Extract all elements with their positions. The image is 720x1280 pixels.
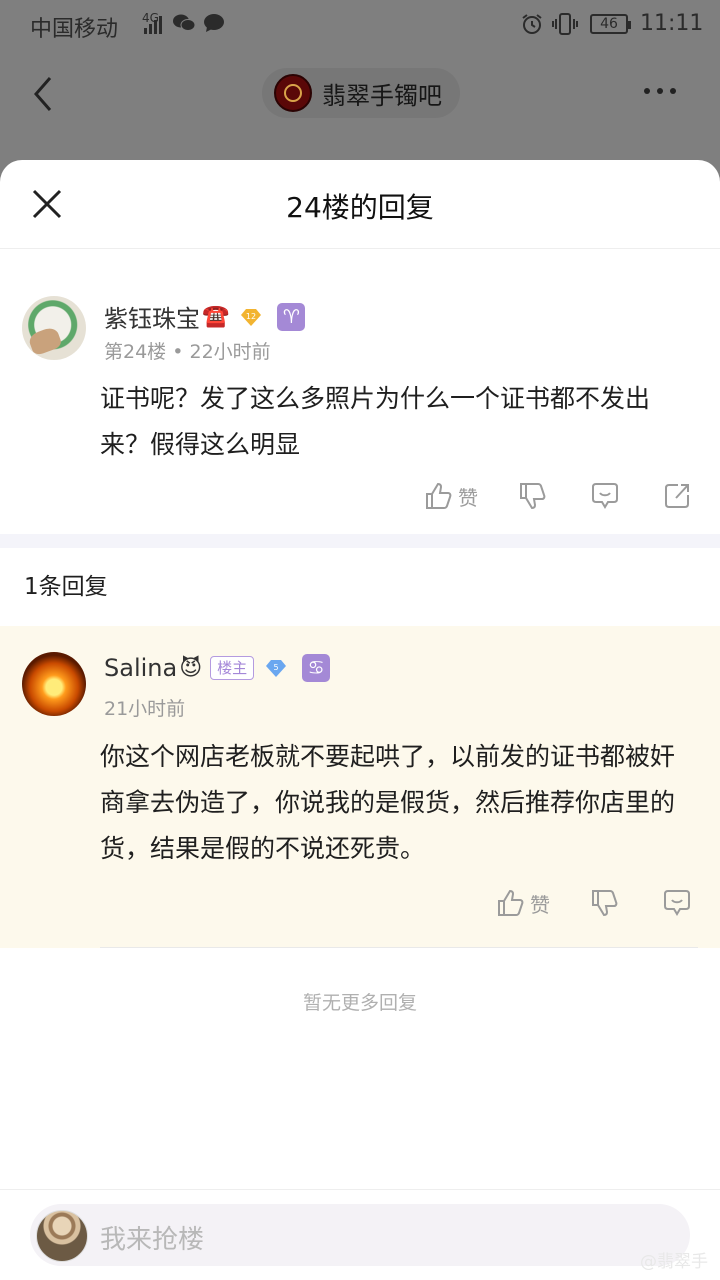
like-label: 赞: [530, 892, 550, 917]
forum-logo-icon: [274, 74, 312, 112]
like-button[interactable]: 赞: [496, 888, 550, 918]
reply-sheet: 24楼的回复 紫钰珠宝 ☎️ 12 ♈ 第24楼 • 22小时前 证书呢？发了这…: [0, 160, 720, 1280]
reply-input[interactable]: 我来抢楼: [30, 1204, 690, 1266]
svg-text:5: 5: [274, 663, 279, 672]
thumbs-up-icon: [498, 889, 524, 916]
thumbs-up-icon: [426, 482, 452, 509]
zodiac-aries-icon: ♈: [277, 302, 306, 331]
level-badge-icon: 5: [266, 660, 287, 677]
clock: 11:11: [640, 11, 704, 36]
alarm-icon: [522, 14, 542, 34]
post-actions: 赞: [424, 481, 692, 511]
post-content: 证书呢？发了这么多照片为什么一个证书都不发出来？假得这么明显: [100, 384, 651, 459]
reply-time: 21小时前: [104, 698, 186, 720]
username: 紫钰珠宝: [104, 305, 200, 333]
post-author[interactable]: 紫钰珠宝 ☎️ 12 ♈: [104, 299, 306, 334]
thumbs-down-icon[interactable]: [590, 888, 620, 918]
comment-icon[interactable]: [662, 888, 692, 918]
forum-badge[interactable]: 翡翠手镯吧: [262, 68, 460, 118]
op-badge: 楼主: [210, 656, 255, 680]
reply-content: 你这个网店老板就不要起哄了，以前发的证书都被奸商拿去伪造了，你说我的是假货，然后…: [100, 742, 676, 863]
reply-bar: 我来抢楼 @翡翠手: [0, 1189, 720, 1280]
more-icon[interactable]: [644, 88, 676, 94]
carrier-label: 中国移动: [30, 17, 119, 42]
no-more-replies: 暂无更多回复: [302, 992, 417, 1014]
reply-item: Salina 😈 楼主 5 ♋ 21小时前 你这个网店老板就不要起哄了，以前发的…: [0, 626, 720, 948]
reply-count: 1条回复: [24, 574, 108, 600]
avatar[interactable]: [22, 296, 86, 360]
user-avatar: [36, 1210, 88, 1262]
section-gap: [0, 534, 720, 548]
level-badge-icon: 12: [241, 308, 262, 326]
signal-icon: [142, 14, 164, 34]
reply-author[interactable]: Salina 😈 楼主 5 ♋: [104, 654, 331, 682]
back-icon[interactable]: [30, 74, 58, 114]
status-bar: 中国移动 4G 46 11:11: [0, 0, 720, 50]
svg-text:12: 12: [246, 312, 256, 321]
zodiac-cancer-icon: ♋: [302, 654, 331, 682]
post-meta: 第24楼 • 22小时前: [104, 337, 271, 364]
watermark: @翡翠手: [640, 1252, 708, 1272]
dot-separator: •: [172, 341, 190, 363]
floor-number: 第24楼: [104, 341, 167, 363]
devil-emoji-icon: 😈: [179, 655, 203, 681]
post-time: 22小时前: [189, 341, 271, 363]
sheet-header: 24楼的回复: [0, 160, 720, 249]
forum-name: 翡翠手镯吧: [322, 81, 442, 110]
share-icon[interactable]: [662, 481, 692, 511]
battery-icon: 46: [590, 14, 631, 34]
comment-icon[interactable]: [590, 481, 620, 511]
top-nav: 翡翠手镯吧: [0, 52, 720, 132]
phone-emoji-icon: ☎️: [202, 304, 230, 329]
avatar[interactable]: [22, 652, 86, 716]
like-label: 赞: [458, 485, 478, 510]
message-icon: [204, 14, 224, 32]
thumbs-down-icon[interactable]: [518, 481, 548, 511]
like-button[interactable]: 赞: [424, 481, 478, 511]
wechat-icon: [173, 14, 196, 31]
divider: [100, 947, 698, 948]
input-placeholder: 我来抢楼: [100, 1225, 205, 1255]
username: Salina: [104, 654, 178, 682]
sheet-title: 24楼的回复: [286, 191, 434, 224]
reply-actions: 赞: [496, 888, 692, 918]
vibrate-icon: [552, 13, 578, 35]
floor-post: 紫钰珠宝 ☎️ 12 ♈ 第24楼 • 22小时前 证书呢？发了这么多照片为什么…: [0, 249, 720, 534]
